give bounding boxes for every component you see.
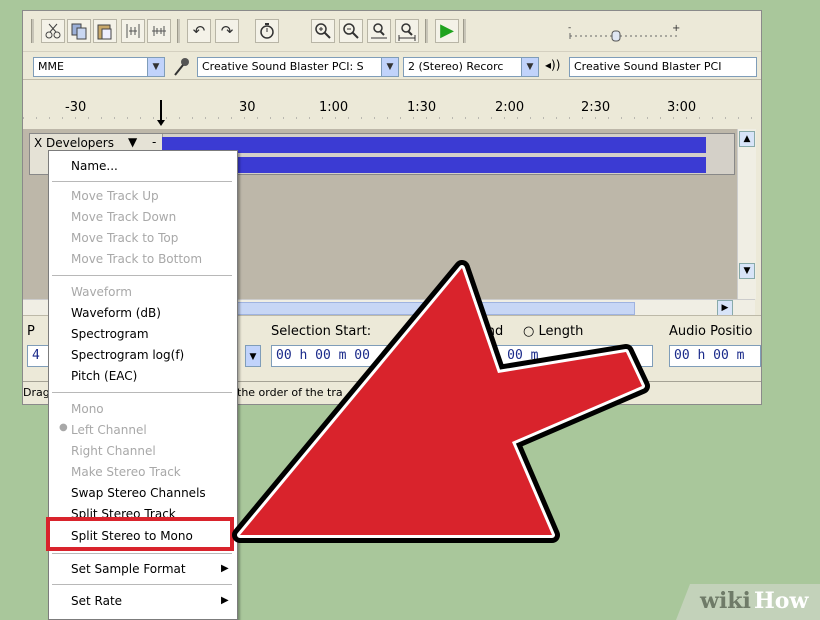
- pointer-arrow-icon: [232, 260, 650, 543]
- watermark-how: How: [754, 588, 809, 614]
- screenshot-stage: ↶ ↷ ▶ - + MME ▼ Creative Sound Blaster P…: [0, 0, 820, 620]
- watermark-wiki: wiki: [700, 588, 751, 614]
- wikihow-watermark: wiki How: [676, 584, 820, 620]
